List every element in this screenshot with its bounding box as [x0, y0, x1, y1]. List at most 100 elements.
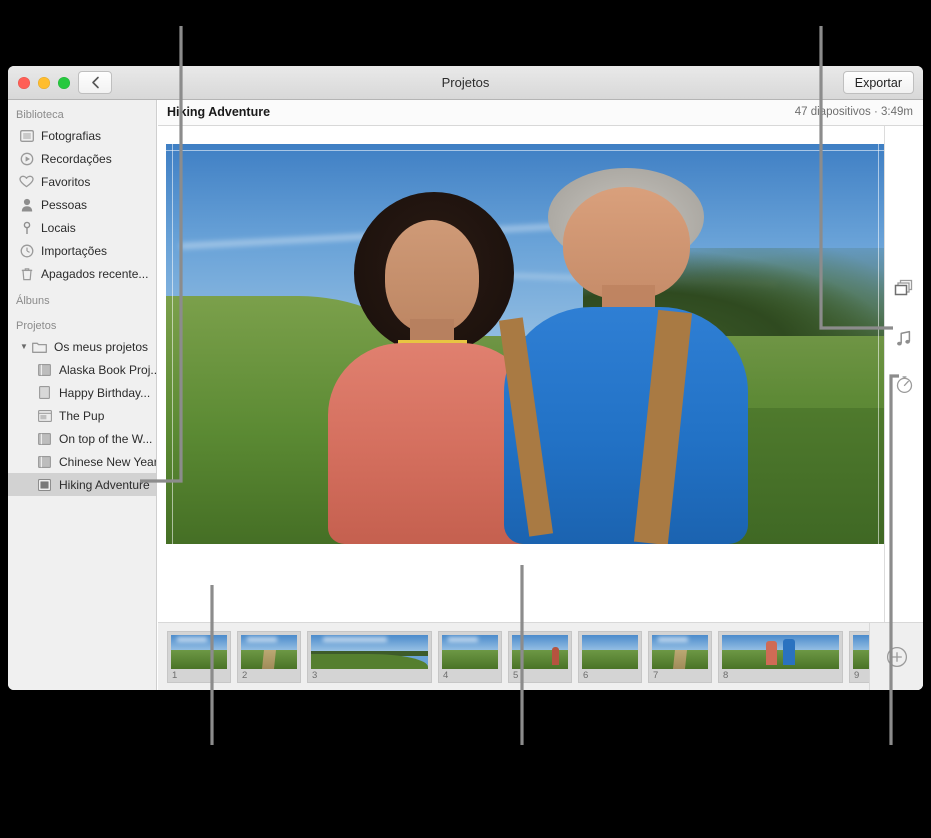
window-title: Projetos	[8, 75, 923, 90]
thumb-number: 2	[242, 670, 247, 681]
heart-icon	[18, 174, 35, 189]
list-item[interactable]: 6	[578, 631, 642, 683]
list-item[interactable]: 2	[237, 631, 301, 683]
sidebar-item-label: Os meus projetos	[54, 340, 148, 354]
sidebar-item-label: Pessoas	[41, 198, 87, 212]
crop-guide-vertical	[172, 144, 173, 544]
add-slide-button[interactable]	[869, 623, 923, 690]
card-icon	[36, 385, 53, 400]
thumb-image	[171, 635, 227, 669]
list-item[interactable]: 9	[849, 631, 869, 683]
screenshot-root: Projetos Exportar Biblioteca Fotografias	[0, 0, 931, 838]
folder-icon	[31, 339, 48, 354]
project-header-bar: Hiking Adventure 47 diapositivos · 3:49m	[158, 100, 923, 126]
sidebar-item-label: The Pup	[59, 409, 104, 423]
sidebar-item-label: Hiking Adventure	[59, 478, 150, 492]
book-icon	[36, 362, 53, 377]
sidebar-item-happy-birthday[interactable]: Happy Birthday...	[8, 381, 156, 404]
thumb-image	[311, 635, 428, 669]
face	[385, 220, 480, 333]
filmstrip-scroll-area[interactable]: 1 2 3	[158, 631, 869, 683]
sidebar-item-label: Happy Birthday...	[59, 386, 150, 400]
sidebar-item-label: Locais	[41, 221, 76, 235]
sidebar-item-label: Chinese New Year	[59, 455, 157, 469]
face	[563, 187, 690, 300]
slideshow-icon	[36, 477, 53, 492]
sidebar-item-on-top-of-the-world[interactable]: On top of the W...	[8, 427, 156, 450]
sidebar-item-fotografias[interactable]: Fotografias	[8, 124, 156, 147]
pin-icon	[18, 220, 35, 235]
book-icon	[36, 431, 53, 446]
thumb-number: 5	[513, 670, 518, 681]
sidebar-item-recordacoes[interactable]: Recordações	[8, 147, 156, 170]
thumb-number: 7	[653, 670, 658, 681]
sidebar-item-label: Favoritos	[41, 175, 90, 189]
project-meta-info: 47 diapositivos · 3:49m	[795, 106, 913, 118]
thumb-number: 3	[312, 670, 317, 681]
thumb-image	[853, 635, 869, 669]
clock-icon	[18, 243, 35, 258]
sidebar-item-the-pup[interactable]: The Pup	[8, 404, 156, 427]
sidebar-item-label: On top of the W...	[59, 432, 152, 446]
themes-icon[interactable]	[892, 276, 916, 300]
list-item[interactable]: 1	[167, 631, 231, 683]
plus-circle-icon	[886, 646, 908, 668]
sidebar-section-biblioteca: Biblioteca	[8, 104, 156, 124]
crop-guide-vertical	[878, 144, 879, 544]
photos-app-window: Projetos Exportar Biblioteca Fotografias	[8, 66, 923, 690]
thumb-image	[512, 635, 568, 669]
memories-icon	[18, 151, 35, 166]
sidebar-item-chinese-new-year[interactable]: Chinese New Year	[8, 450, 156, 473]
thumb-image	[241, 635, 297, 669]
sidebar-item-os-meus-projetos[interactable]: ▼ Os meus projetos	[8, 335, 156, 358]
export-button-label: Exportar	[855, 76, 902, 90]
sidebar-item-label: Apagados recente...	[41, 267, 148, 281]
thumb-image	[582, 635, 638, 669]
trash-icon	[18, 266, 35, 281]
calendar-icon	[36, 408, 53, 423]
thumb-number: 9	[854, 670, 859, 681]
duration-icon[interactable]	[892, 372, 916, 396]
thumb-number: 8	[723, 670, 728, 681]
sidebar[interactable]: Biblioteca Fotografias Record	[8, 100, 157, 690]
list-item[interactable]: 3	[307, 631, 432, 683]
thumb-image	[652, 635, 708, 669]
disclosure-triangle-icon[interactable]: ▼	[20, 343, 31, 351]
sidebar-item-label: Fotografias	[41, 129, 101, 143]
slide-filmstrip[interactable]: 1 2 3	[158, 622, 923, 690]
slideshow-canvas[interactable]	[158, 126, 923, 655]
sidebar-item-pessoas[interactable]: Pessoas	[8, 193, 156, 216]
sidebar-item-alaska-book-project[interactable]: Alaska Book Proj...	[8, 358, 156, 381]
sidebar-item-label: Recordações	[41, 152, 112, 166]
slide-preview-image[interactable]	[166, 144, 885, 544]
person-icon	[18, 197, 35, 212]
inspector-rail	[884, 126, 923, 655]
thumb-image	[442, 635, 498, 669]
list-item[interactable]: 7	[648, 631, 712, 683]
music-icon[interactable]	[892, 327, 916, 351]
sidebar-section-projetos: Projetos	[8, 310, 156, 335]
content-area: Hiking Adventure 47 diapositivos · 3:49m	[158, 100, 923, 690]
sidebar-item-hiking-adventure[interactable]: Hiking Adventure	[8, 473, 156, 496]
list-item[interactable]: 5	[508, 631, 572, 683]
sidebar-section-albuns: Álbuns	[8, 285, 156, 310]
sidebar-item-apagados-recentemente[interactable]: Apagados recente...	[8, 262, 156, 285]
export-button[interactable]: Exportar	[843, 71, 914, 94]
sidebar-item-label: Importações	[41, 244, 107, 258]
book-icon	[36, 454, 53, 469]
photos-icon	[18, 128, 35, 143]
sidebar-item-locais[interactable]: Locais	[8, 216, 156, 239]
person-man	[504, 168, 748, 544]
list-item[interactable]: 4	[438, 631, 502, 683]
sidebar-item-importacoes[interactable]: Importações	[8, 239, 156, 262]
thumb-number: 6	[583, 670, 588, 681]
thumb-image	[722, 635, 839, 669]
window-titlebar: Projetos Exportar	[8, 66, 923, 100]
list-item[interactable]: 8	[718, 631, 843, 683]
sidebar-item-favoritos[interactable]: Favoritos	[8, 170, 156, 193]
thumb-number: 1	[172, 670, 177, 681]
thumb-number: 4	[443, 670, 448, 681]
page-title: Hiking Adventure	[167, 105, 270, 119]
sidebar-item-label: Alaska Book Proj...	[59, 363, 157, 377]
crop-guide-horizontal	[166, 150, 885, 151]
